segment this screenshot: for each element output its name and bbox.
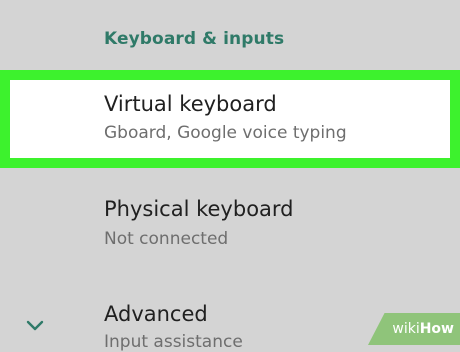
item-title: Physical keyboard <box>104 197 294 221</box>
item-title: Virtual keyboard <box>104 92 277 116</box>
highlight-box <box>0 70 460 168</box>
watermark-how: How <box>419 321 454 337</box>
chevron-down-icon[interactable] <box>25 319 45 333</box>
settings-item-virtual-keyboard[interactable]: Virtual keyboard Gboard, Google voice ty… <box>0 70 460 168</box>
item-subtitle: Not connected <box>104 229 229 249</box>
settings-item-physical-keyboard[interactable]: Physical keyboard Not connected <box>0 185 460 265</box>
watermark-wiki: wiki <box>392 321 420 337</box>
item-subtitle: Input assistance <box>104 332 243 352</box>
item-title: Advanced <box>104 302 208 326</box>
item-subtitle: Gboard, Google voice typing <box>104 123 347 143</box>
section-header: Keyboard & inputs <box>104 29 285 49</box>
